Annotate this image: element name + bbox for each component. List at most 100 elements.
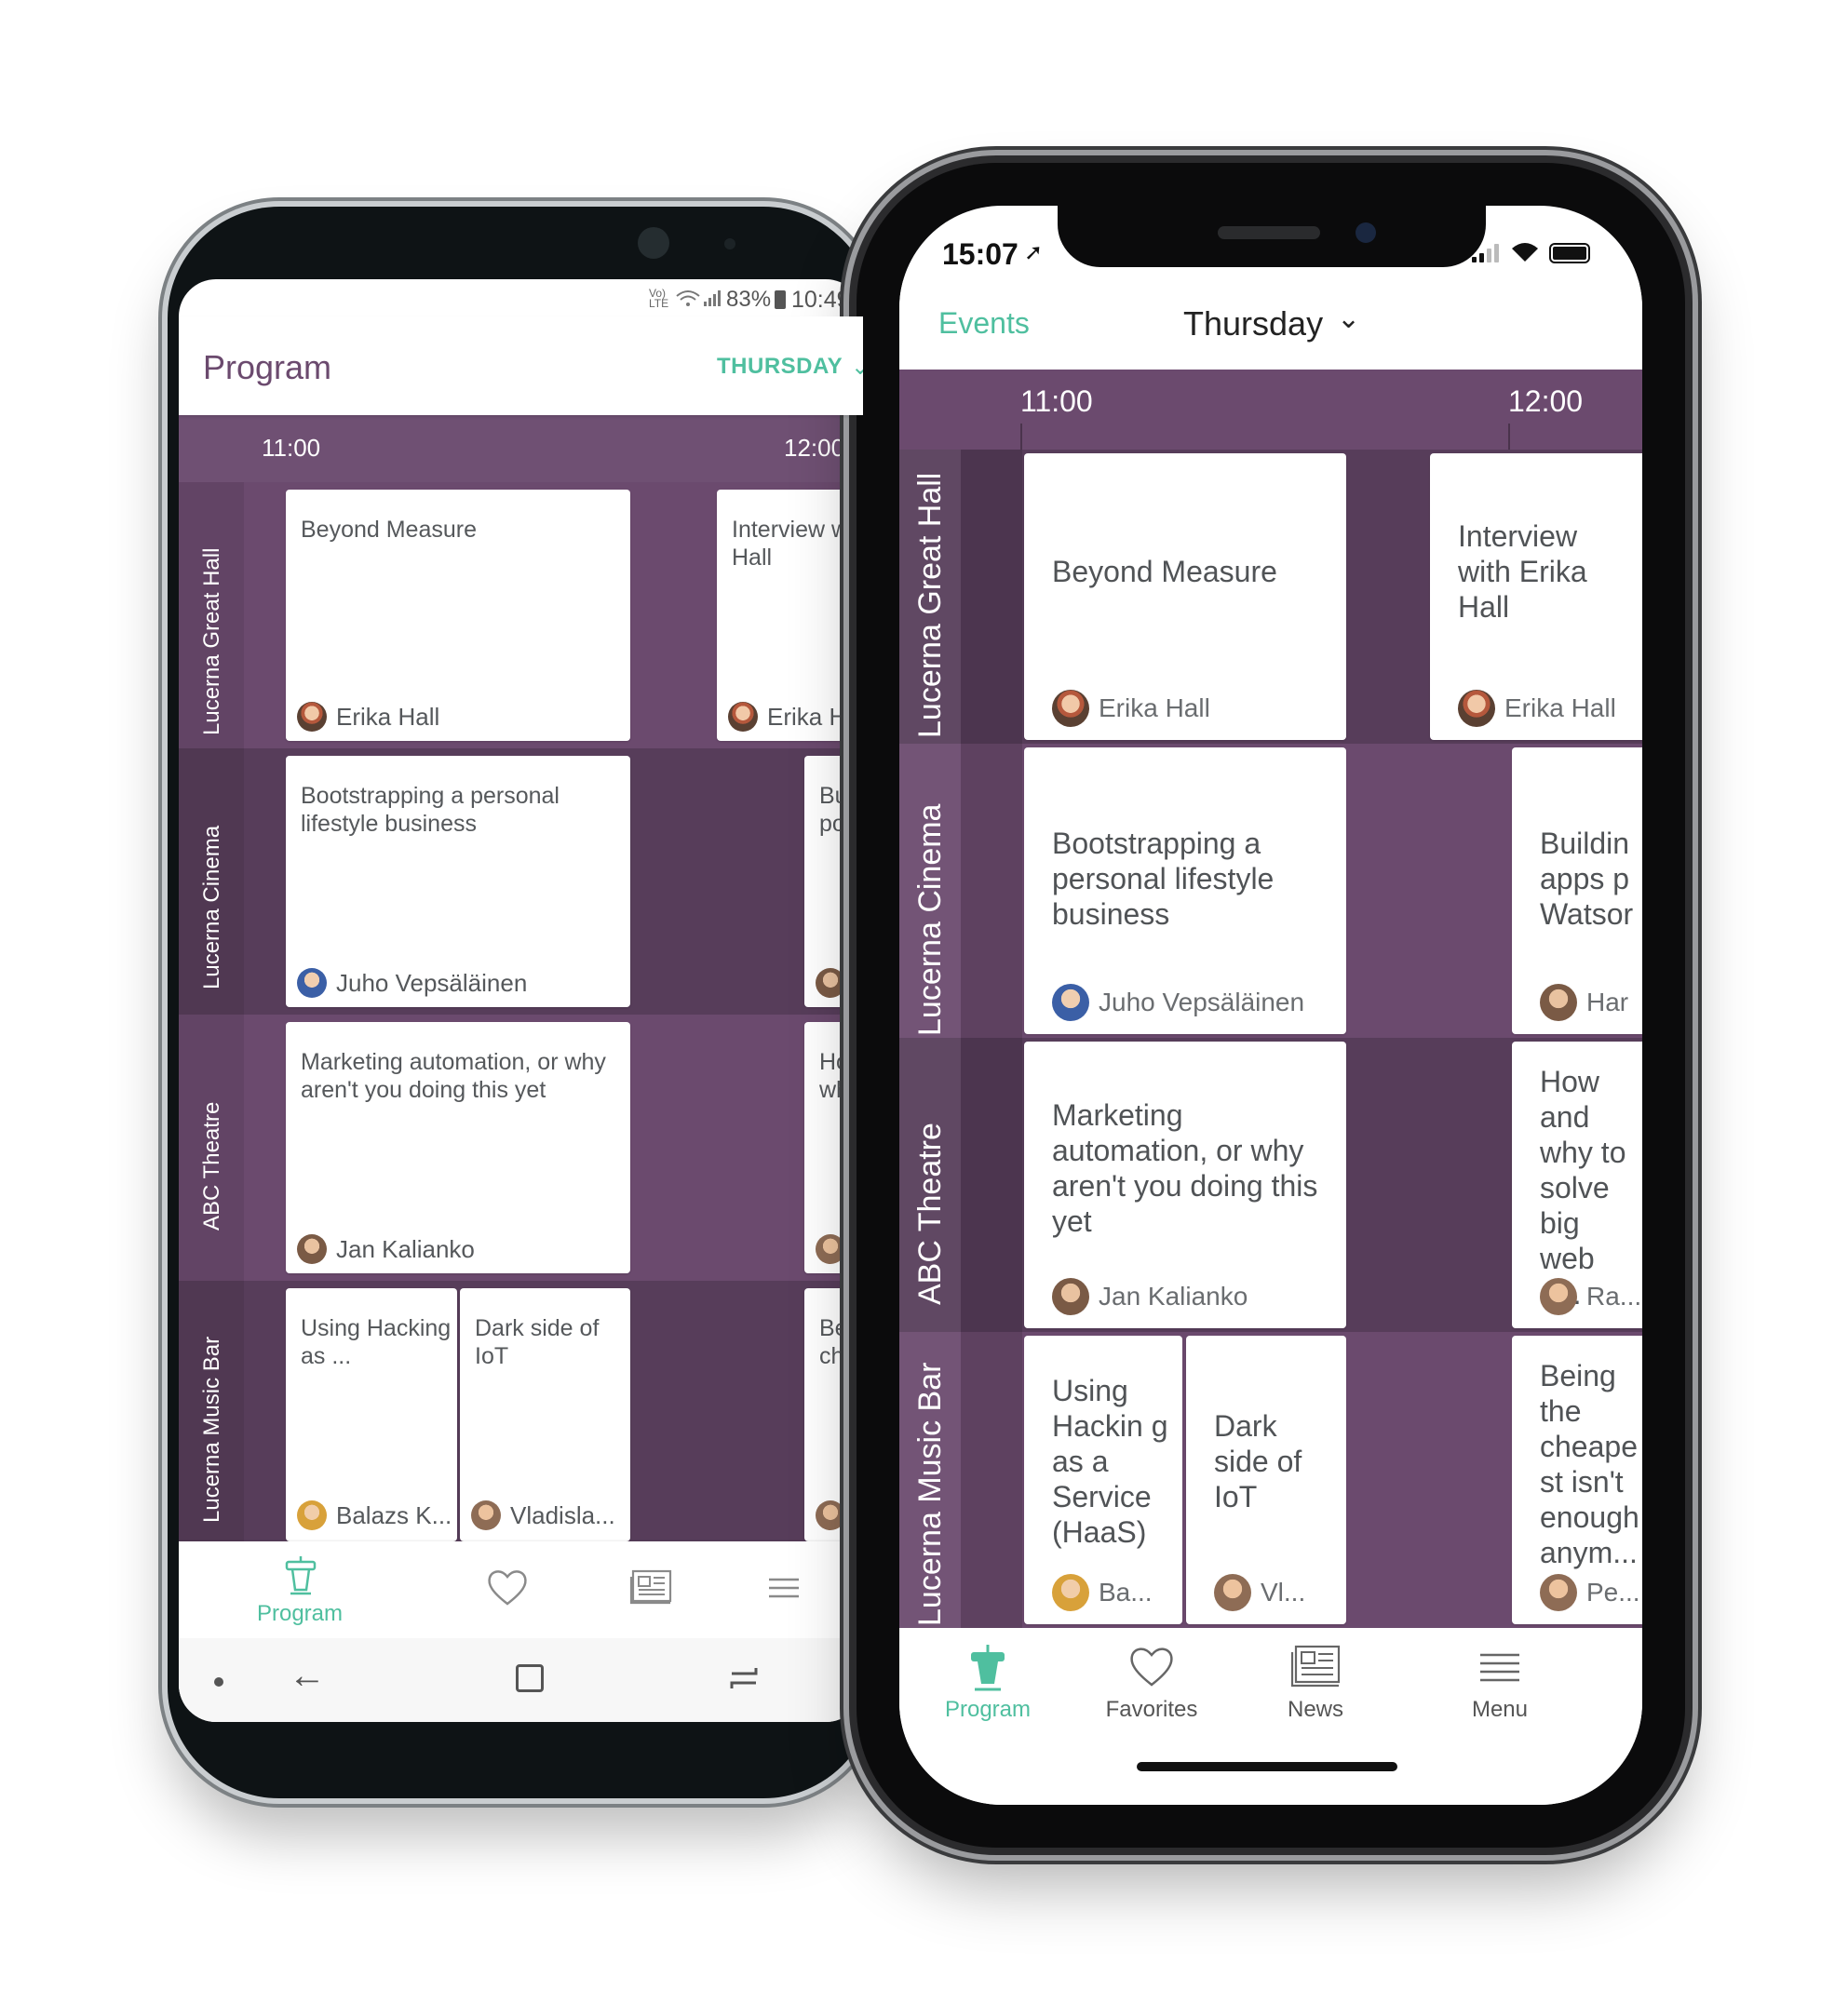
avatar	[1052, 1278, 1089, 1315]
iphone-nav-header: Events Thursday ⌄	[899, 280, 1642, 370]
session-card[interactable]: Marketing automation, or why aren't you …	[286, 1022, 630, 1273]
session-card[interactable]: Beyond Measure Erika Hall	[1024, 453, 1346, 740]
session-card[interactable]: Interview w Hall Erika H	[717, 490, 863, 741]
tab-program[interactable]: Program	[235, 1551, 365, 1629]
tab-program[interactable]: Program	[918, 1637, 1058, 1730]
android-front-camera	[638, 227, 669, 259]
session-card[interactable]: Bootstrapping a personal lifestyle busin…	[286, 756, 630, 1007]
iphone-tab-bar: Program Favorites News Menu	[899, 1628, 1642, 1805]
session-card[interactable]: Dark side of IoT Vl...	[1186, 1336, 1346, 1624]
time-tick	[1508, 424, 1510, 450]
session-card[interactable]: Bootstrapping a personal lifestyle busin…	[1024, 747, 1346, 1034]
speaker-name: Balazs K...	[336, 1500, 452, 1529]
avatar	[297, 702, 327, 732]
podium-icon	[971, 1645, 1005, 1691]
tab-label: Favorites	[1105, 1697, 1198, 1722]
time-label-1100: 11:00	[1020, 384, 1093, 418]
session-card[interactable]: Hov why	[804, 1022, 863, 1273]
battery-icon	[1549, 243, 1590, 263]
time-label-1200: 12:00	[1508, 384, 1584, 418]
android-nav-bar: ←	[179, 1638, 863, 1722]
time-label-1100: 11:00	[262, 434, 321, 462]
tab-menu[interactable]: Menu	[1430, 1637, 1570, 1730]
room-label-great-hall: Lucerna Great Hall	[199, 547, 224, 735]
battery-icon	[775, 290, 786, 309]
back-events-link[interactable]: Events	[938, 306, 1030, 341]
heart-icon[interactable]	[486, 1567, 529, 1607]
menu-icon[interactable]	[767, 1577, 801, 1599]
chevron-down-icon[interactable]: ⌄	[1337, 303, 1360, 335]
wifi-icon	[1512, 243, 1538, 262]
android-screen: Vo) LTE 83% 10:49 Program THURSDAY ⌄ 11:…	[179, 279, 863, 1722]
iphone-schedule: 11:00 12:00 Lucerna Great Hall Lucerna C…	[899, 370, 1642, 1628]
recents-icon[interactable]	[728, 1664, 760, 1692]
iphone-side-button	[1685, 549, 1691, 745]
avatar	[816, 1234, 845, 1264]
room-label-cinema: Lucerna Cinema	[912, 803, 948, 1036]
avatar	[1540, 984, 1577, 1021]
session-card[interactable]: Interview with Erika Hall Erika Hall	[1430, 453, 1642, 740]
session-card[interactable]: Dark side of IoT Vladisla...	[460, 1288, 630, 1541]
room-gutter	[961, 450, 1022, 1628]
room-label-great-hall: Lucerna Great Hall	[912, 472, 948, 738]
speaker-name: Jan Kalianko	[1099, 1282, 1248, 1311]
battery-percent: 83%	[726, 287, 772, 312]
avatar	[816, 968, 845, 998]
speaker-name: Erika H	[767, 702, 847, 731]
time-tick	[1020, 424, 1022, 450]
tab-favorites[interactable]: Favorites	[1082, 1637, 1221, 1730]
signal-icon	[1472, 244, 1499, 262]
tab-news[interactable]: News	[1246, 1637, 1385, 1730]
signal-icon	[704, 290, 721, 306]
avatar	[297, 1234, 327, 1264]
iphone-clock: 15:07	[942, 237, 1018, 271]
tab-label: Program	[256, 1601, 344, 1626]
avatar	[1214, 1574, 1251, 1611]
home-indicator[interactable]	[1137, 1762, 1397, 1771]
avatar	[1540, 1278, 1577, 1315]
speaker-name: Erika Hall	[1504, 693, 1616, 722]
android-clock: 10:49	[791, 287, 850, 313]
session-card[interactable]: Beyond Measure Erika Hall	[286, 490, 630, 741]
avatar	[1458, 690, 1495, 727]
news-icon[interactable]	[629, 1569, 672, 1605]
tab-label: News	[1287, 1697, 1343, 1722]
session-card[interactable]: Using Hacking as ... Balazs K...	[286, 1288, 457, 1541]
day-selector[interactable]: THURSDAY	[717, 354, 843, 380]
session-card[interactable]: Marketing automation, or why aren't you …	[1024, 1042, 1346, 1328]
session-card[interactable]: Using Hackin g as a Service (HaaS) Ba...	[1024, 1336, 1182, 1624]
room-label-music-bar: Lucerna Music Bar	[912, 1362, 948, 1626]
speaker-name: Erika Hall	[336, 702, 440, 731]
speaker-name: Juho Vepsäläinen	[336, 968, 528, 997]
room-label-music-bar: Lucerna Music Bar	[199, 1336, 224, 1523]
session-card[interactable]: How and why to solve big web a... Ra...	[1512, 1042, 1642, 1328]
front-camera	[1356, 222, 1376, 243]
room-label-abc-theatre: ABC Theatre	[199, 1101, 224, 1231]
session-card[interactable]: Buildin apps p Watsor Har	[1512, 747, 1642, 1034]
android-tab-bar: Program	[179, 1541, 863, 1638]
back-arrow-icon[interactable]: ←	[289, 1655, 326, 1697]
time-label-1200: 12:00	[784, 434, 845, 462]
room-label-cinema: Lucerna Cinema	[199, 825, 224, 989]
notch	[1058, 206, 1486, 267]
speaker-name: Jan Kalianko	[336, 1234, 475, 1263]
avatar	[1052, 1574, 1089, 1611]
avatar	[1052, 690, 1089, 727]
menu-icon	[1480, 1653, 1519, 1682]
speaker-name: Juho Vepsäläinen	[1099, 988, 1305, 1016]
android-phone: Vo) LTE 83% 10:49 Program THURSDAY ⌄ 11:…	[168, 207, 875, 1798]
home-square-icon[interactable]	[516, 1664, 544, 1692]
session-card[interactable]: Bei che	[804, 1288, 863, 1541]
location-arrow-icon: ➚	[1024, 240, 1044, 265]
avatar	[1540, 1574, 1577, 1611]
nav-dot	[214, 1677, 223, 1687]
avatar	[816, 1500, 845, 1530]
day-selector[interactable]: Thursday	[1183, 304, 1323, 343]
room-label-abc-theatre: ABC Theatre	[912, 1123, 948, 1305]
iphone-screen: 15:07 ➚ Events Thursday ⌄ 11:00 12:00 Lu…	[899, 206, 1642, 1805]
chevron-down-icon[interactable]: ⌄	[851, 354, 863, 381]
avatar	[297, 1500, 327, 1530]
session-card[interactable]: Being the cheape st isn't enough anym...…	[1512, 1336, 1642, 1624]
speaker-name: Pe...	[1586, 1578, 1640, 1607]
speaker-name: Erika Hall	[1099, 693, 1210, 722]
